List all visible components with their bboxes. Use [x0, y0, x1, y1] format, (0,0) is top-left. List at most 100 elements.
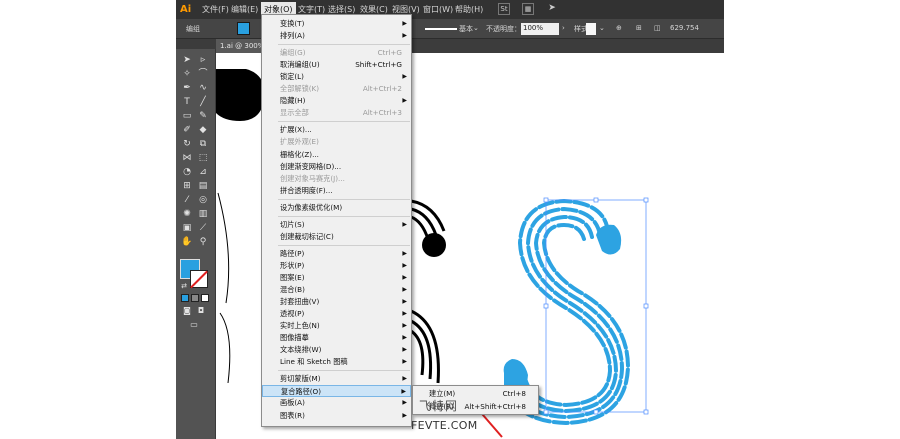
coord-readout[interactable]: 629.754 [670, 24, 699, 32]
object-menu-item[interactable]: 锁定(L) ▶ [262, 71, 411, 83]
lasso-icon[interactable]: ⌒ [197, 69, 209, 80]
chevron-right-icon[interactable]: › [562, 24, 565, 32]
object-menu-item[interactable]: 排列(A) ▶ [262, 30, 411, 42]
fill-swatch[interactable] [237, 22, 250, 35]
object-menu-item[interactable]: 变换(T) ▶ [262, 18, 411, 30]
object-menu-item[interactable]: 封套扭曲(V) ▶ [262, 296, 411, 308]
selection-tool-icon[interactable]: ➤ [181, 55, 193, 66]
magic-wand-icon[interactable]: ✧ [181, 69, 193, 80]
menu-item-label: 封套扭曲(V) [280, 297, 320, 307]
object-menu-item: 全部解锁(K) Alt+Ctrl+2 [262, 83, 411, 95]
object-menu-item: 编组(G) Ctrl+G [262, 47, 411, 59]
object-menu-item[interactable]: 创建渐变网格(D)... [262, 161, 411, 173]
zoom-tool-icon[interactable]: ⚲ [197, 237, 209, 248]
none-mode-icon[interactable] [201, 294, 209, 302]
menu-window[interactable]: 窗口(W) [423, 4, 453, 15]
rectangle-tool-icon[interactable]: ▭ [181, 111, 193, 122]
shape-builder-icon[interactable]: ◔ [181, 167, 193, 178]
stroke-preview[interactable] [425, 28, 457, 30]
menu-edit[interactable]: 编辑(E) [231, 4, 258, 15]
perspective-grid-icon[interactable]: ⊿ [197, 167, 209, 178]
align-icon[interactable]: ⊞ [636, 24, 642, 32]
recolor-icon[interactable]: ⊕ [616, 24, 622, 32]
object-menu-item[interactable]: 剪切蒙版(M) ▶ [262, 373, 411, 385]
menu-help[interactable]: 帮助(H) [455, 4, 483, 15]
object-menu-item[interactable]: Line 和 Sketch 图稿 ▶ [262, 356, 411, 368]
object-menu-item: 创建对象马赛克(J)... [262, 173, 411, 185]
menu-item-label: 全部解锁(K) [280, 84, 320, 94]
color-mode-icon[interactable] [181, 294, 189, 302]
menu-separator [278, 44, 410, 46]
object-menu-item[interactable]: 隐藏(H) ▶ [262, 95, 411, 107]
swap-colors-icon[interactable]: ⇄ [178, 281, 190, 292]
transform-icon[interactable]: ◫ [654, 24, 661, 32]
object-menu-item[interactable]: 设为像素级优化(M) [262, 202, 411, 214]
submenu-arrow-icon: ▶ [402, 375, 407, 383]
direct-selection-tool-icon[interactable]: ▹ [197, 55, 209, 66]
menu-item-label: 形状(P) [280, 260, 305, 270]
object-menu-item[interactable]: 创建裁切标记(C) [262, 231, 411, 243]
submenu-arrow-icon: ▶ [402, 310, 407, 318]
rotate-tool-icon[interactable]: ↻ [181, 139, 193, 150]
object-menu-item[interactable]: 取消编组(U) Shift+Ctrl+G [262, 59, 411, 71]
object-menu-item[interactable]: 图案(E) ▶ [262, 272, 411, 284]
artboard-tool-icon[interactable]: ▣ [181, 223, 193, 234]
pen-tool-icon[interactable]: ✒ [181, 83, 193, 94]
gradient-mode-icon[interactable] [191, 294, 199, 302]
menu-file[interactable]: 文件(F) [202, 4, 229, 15]
curvature-tool-icon[interactable]: ∿ [197, 83, 209, 94]
eraser-tool-icon[interactable]: ◆ [197, 125, 209, 136]
screen-mode-icon[interactable]: ▭ [188, 319, 200, 330]
object-menu-item[interactable]: 图表(R) ▶ [262, 410, 411, 422]
draw-behind-icon[interactable]: ◘ [195, 305, 207, 316]
chevron-down-icon[interactable]: ⌄ [599, 24, 605, 32]
menu-item-label: 图像描摹 [280, 333, 309, 343]
object-menu-item[interactable]: 画板(A) ▶ [262, 397, 411, 409]
document-tab[interactable]: 1.ai @ 300% [216, 39, 264, 53]
graph-tool-icon[interactable]: ▥ [197, 209, 209, 220]
style-swatch[interactable] [586, 23, 596, 35]
object-menu-item[interactable]: 路径(P) ▶ [262, 248, 411, 260]
object-menu-item[interactable]: 文本绕排(W) ▶ [262, 344, 411, 356]
stroke-color-swatch[interactable] [190, 270, 208, 288]
object-menu-item[interactable]: 复合路径(O) ▶ [262, 385, 411, 398]
menu-item-shortcut: Ctrl+G [377, 48, 402, 58]
object-menu-item[interactable]: 扩展(X)... [262, 124, 411, 136]
eyedropper-icon[interactable]: ⁄ [181, 195, 193, 206]
paintbrush-tool-icon[interactable]: ✎ [197, 111, 209, 122]
stroke-style-label[interactable]: 基本 [459, 24, 473, 34]
object-menu-item[interactable]: 实时上色(N) ▶ [262, 320, 411, 332]
menu-item-label: 文本绕排(W) [280, 345, 322, 355]
symbol-sprayer-icon[interactable]: ✺ [181, 209, 193, 220]
grid-icon[interactable]: ▦ [522, 3, 534, 15]
mesh-tool-icon[interactable]: ⊞ [181, 181, 193, 192]
black-stroke-left-2 [219, 312, 231, 384]
send-icon[interactable]: ➤ [546, 3, 558, 15]
scale-tool-icon[interactable]: ⧉ [197, 139, 209, 150]
menu-item-label: 图表(R) [280, 410, 305, 420]
object-menu-item[interactable]: 图像描摹 ▶ [262, 332, 411, 344]
watermark-site: FEVTE.COM [411, 419, 478, 432]
st-icon[interactable]: St [498, 3, 510, 15]
submenu-arrow-icon: ▶ [402, 73, 407, 81]
width-tool-icon[interactable]: ⋈ [181, 153, 193, 164]
menu-item-label: 复合路径(O) [281, 387, 322, 397]
line-tool-icon[interactable]: ╱ [197, 97, 209, 108]
object-menu-item[interactable]: 切片(S) ▶ [262, 219, 411, 231]
slice-tool-icon[interactable]: ⟋ [197, 223, 209, 234]
free-transform-icon[interactable]: ⬚ [197, 153, 209, 164]
object-menu-item[interactable]: 透视(P) ▶ [262, 308, 411, 320]
shaper-tool-icon[interactable]: ✐ [181, 125, 193, 136]
hand-tool-icon[interactable]: ✋ [181, 237, 193, 248]
object-menu-item[interactable]: 栅格化(Z)... [262, 149, 411, 161]
object-menu-item[interactable]: 拼合透明度(F)... [262, 185, 411, 197]
draw-normal-icon[interactable]: ◙ [181, 305, 193, 316]
object-menu-item[interactable]: 形状(P) ▶ [262, 260, 411, 272]
opacity-field[interactable]: 100% [521, 23, 559, 35]
blend-tool-icon[interactable]: ◎ [197, 195, 209, 206]
object-menu-item[interactable]: 混合(B) ▶ [262, 284, 411, 296]
menu-item-label: 创建对象马赛克(J)... [280, 173, 345, 183]
type-tool-icon[interactable]: T [181, 97, 193, 108]
gradient-tool-icon[interactable]: ▤ [197, 181, 209, 192]
chevron-down-icon[interactable]: ⌄ [473, 24, 479, 32]
